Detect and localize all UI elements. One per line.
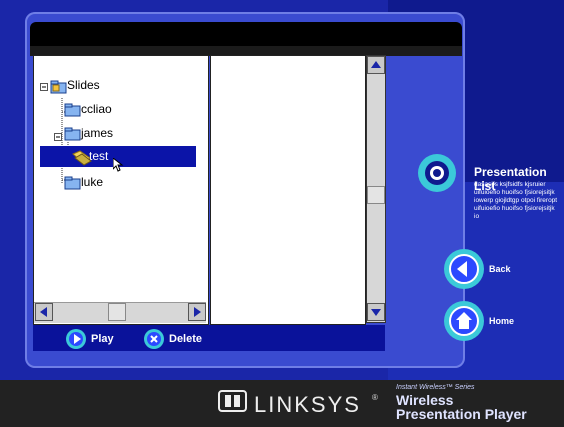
back-label[interactable]: Back [489,264,511,274]
slide-list-pane[interactable] [210,55,366,325]
tree-item-slides[interactable]: Slides [50,75,100,95]
presentation-list-description: dasasjfs ksjfsidfs kjsruier uifuioefio h… [474,181,558,220]
scroll-right-button[interactable] [188,303,206,321]
scroll-down-button[interactable] [367,303,385,321]
tree-item-label: Slides [67,78,100,92]
tree-item-label: test [89,149,109,163]
home-icon [444,301,484,341]
tree-expander-root[interactable] [40,78,48,96]
play-button[interactable] [65,328,87,355]
vertical-scroll-thumb[interactable] [367,186,385,204]
play-label[interactable]: Play [91,333,114,345]
slides-folder-icon [50,79,67,94]
delete-icon [144,329,164,349]
brand-wordmark: LINKSYS [254,392,361,417]
folder-icon [64,176,81,190]
delete-label[interactable]: Delete [169,333,202,345]
back-button[interactable] [443,248,485,295]
home-button[interactable] [443,300,485,347]
scroll-up-button[interactable] [367,56,385,74]
tree-item-test[interactable]: test [72,146,108,166]
folder-icon [64,127,81,141]
tree-item-label: luke [81,175,104,189]
back-icon [444,249,484,289]
tree-item-luke[interactable]: luke [64,172,103,192]
presentation-list-icon [417,153,457,198]
delete-button[interactable] [143,328,165,355]
linksys-logo-icon [218,389,248,418]
folder-icon [64,103,81,117]
horizontal-scroll-thumb[interactable] [108,303,126,321]
play-icon [66,329,86,349]
scroll-left-button[interactable] [35,303,53,321]
tree-item-ccliao[interactable]: ccliao [64,99,112,119]
product-name-line2: Presentation Player [396,406,527,422]
tree-item-label: ccliao [81,102,112,116]
tree-expander-james[interactable] [54,128,62,146]
tree-item-label: james [81,126,114,140]
tree-item-james[interactable]: james [64,123,113,143]
registered-mark: ® [372,393,378,402]
mouse-cursor-icon [112,156,125,177]
home-label[interactable]: Home [489,316,514,326]
open-folder-icon [72,150,92,166]
product-series: Instant Wireless™ Series [396,384,475,391]
